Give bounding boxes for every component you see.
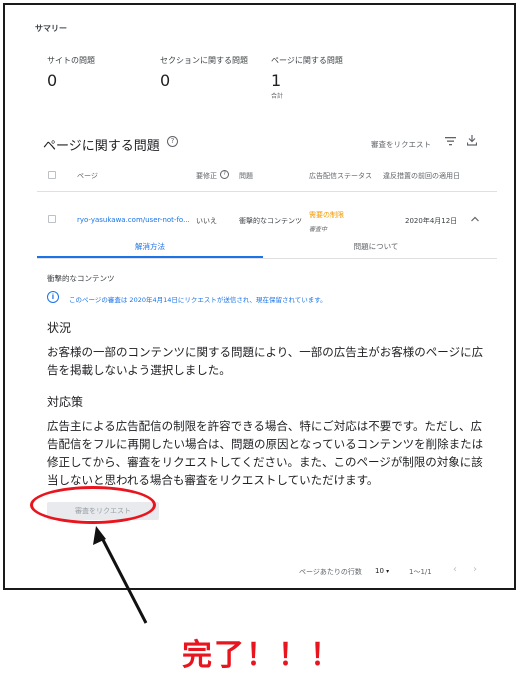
done-annotation: 完了！！！: [182, 638, 342, 673]
annotation-arrow-icon: [93, 526, 148, 624]
